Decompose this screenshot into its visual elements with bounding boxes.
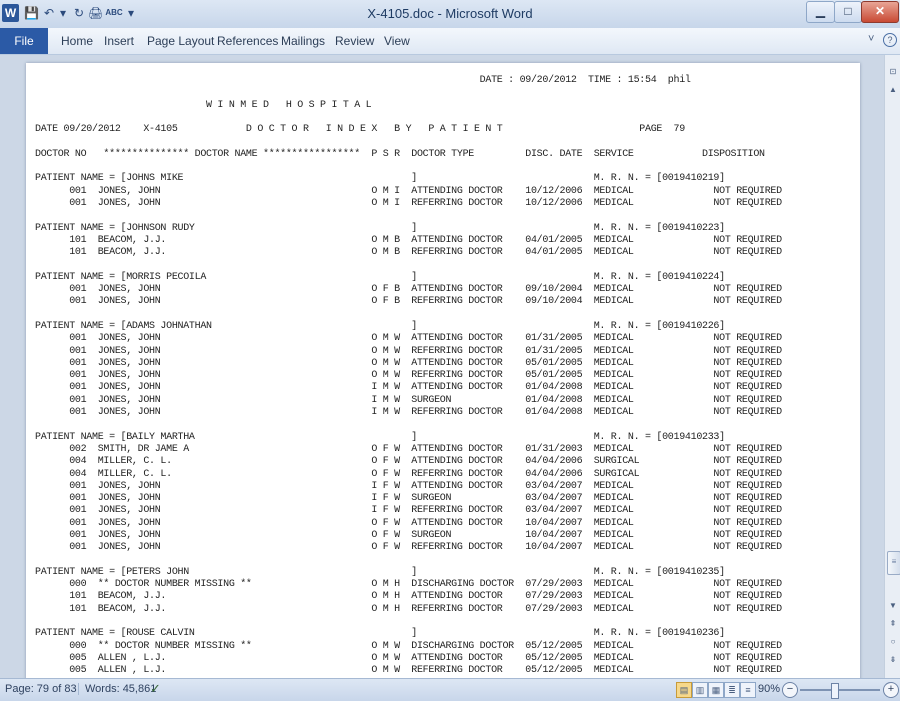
minimize-ribbon-icon[interactable]: ˅ xyxy=(868,33,874,45)
tab-page-layout[interactable]: Page Layout xyxy=(147,28,214,54)
status-bar: Page: 79 of 83 Words: 45,861 ✓ ▤ ▥ ▦ ≣ ≡… xyxy=(0,678,900,701)
zoom-in-button[interactable]: + xyxy=(883,682,899,698)
document-page[interactable]: DATE : 09/20/2012 TIME : 15:54 phil W I … xyxy=(26,63,860,678)
outline-view-icon[interactable]: ≣ xyxy=(724,682,740,698)
minimize-button[interactable]: ▁ xyxy=(806,1,835,23)
zoom-level[interactable]: 90% xyxy=(758,683,780,695)
scroll-up-icon[interactable]: ▲ xyxy=(886,83,900,97)
zoom-out-button[interactable]: − xyxy=(782,682,798,698)
document-area[interactable]: DATE : 09/20/2012 TIME : 15:54 phil W I … xyxy=(0,55,884,678)
tab-view[interactable]: View xyxy=(384,28,410,54)
view-ruler-icon[interactable]: ⊡ xyxy=(886,65,900,79)
window-title: X-4105.doc - Microsoft Word xyxy=(367,6,533,21)
tab-home[interactable]: Home xyxy=(61,28,93,54)
scroll-thumb[interactable]: ≡ xyxy=(887,551,900,575)
draft-view-icon[interactable]: ≡ xyxy=(740,682,756,698)
print-layout-view-icon[interactable]: ▤ xyxy=(676,682,692,698)
next-page-icon[interactable]: ⇟ xyxy=(886,653,900,667)
report-text[interactable]: DATE : 09/20/2012 TIME : 15:54 phil W I … xyxy=(26,63,860,678)
ribbon-tab-bar: File Home Insert Page Layout References … xyxy=(0,28,900,55)
scroll-down-icon[interactable]: ▼ xyxy=(886,599,900,613)
close-button[interactable]: ✕ xyxy=(861,1,899,23)
select-browse-object-icon[interactable]: ○ xyxy=(886,635,900,649)
proofing-icon[interactable]: ✓ xyxy=(150,681,161,697)
title-bar: W 💾 ↶ ▾ ↻ 🖨 ABC ▾ X-4105.doc - Microsoft… xyxy=(0,0,900,28)
tab-insert[interactable]: Insert xyxy=(104,28,134,54)
page-count-status[interactable]: Page: 79 of 83 xyxy=(5,683,77,695)
previous-page-icon[interactable]: ⇞ xyxy=(886,617,900,631)
zoom-slider-knob[interactable] xyxy=(831,683,839,699)
file-tab[interactable]: File xyxy=(0,28,48,54)
tab-review[interactable]: Review xyxy=(335,28,374,54)
vertical-scrollbar[interactable]: ⊡ ▲ ≡ ▼ ⇞ ○ ⇟ xyxy=(884,55,900,678)
word-count-status[interactable]: Words: 45,861 xyxy=(78,683,156,695)
tab-references[interactable]: References xyxy=(217,28,278,54)
help-icon[interactable]: ? xyxy=(883,33,897,47)
web-layout-icon[interactable]: ▦ xyxy=(708,682,724,698)
full-screen-reading-icon[interactable]: ▥ xyxy=(692,682,708,698)
maximize-button[interactable]: □ xyxy=(834,1,862,23)
zoom-slider-track[interactable] xyxy=(800,689,880,691)
tab-mailings[interactable]: Mailings xyxy=(281,28,325,54)
